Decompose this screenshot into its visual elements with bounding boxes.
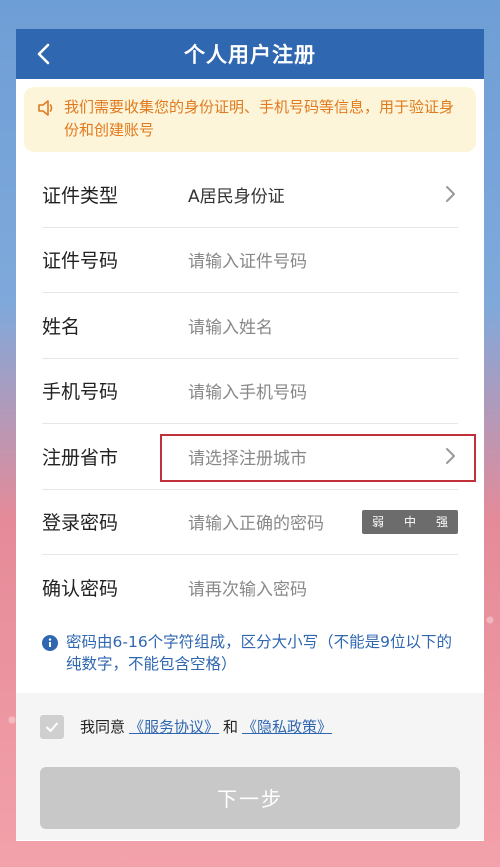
id-type-label: 证件类型: [42, 184, 119, 207]
confirm-password-row: 确认密码 请再次输入密码: [42, 555, 458, 621]
password-hint: 密码由6-16个字符组成，区分大小写（不能是9位以下的纯数字，不能包含空格）: [16, 621, 484, 675]
registration-screen: 个人用户注册 我们需要收集您的身份证明、手机号码等信息，用于验证身份和创建账号 …: [16, 29, 484, 841]
highlight-box: [160, 434, 476, 482]
chevron-left-icon: [37, 43, 50, 65]
password-hint-text: 密码由6-16个字符组成，区分大小写（不能是9位以下的纯数字，不能包含空格）: [66, 632, 453, 673]
title-bar: 个人用户注册: [16, 29, 484, 79]
agree-and: 和: [223, 718, 239, 736]
next-button[interactable]: 下一步: [40, 766, 460, 829]
id-type-row[interactable]: 证件类型 A居民身份证: [42, 162, 458, 228]
info-icon: [42, 634, 58, 651]
region-row[interactable]: 注册省市 请选择注册城市: [42, 424, 476, 490]
id-number-label: 证件号码: [42, 250, 119, 273]
registration-form: 证件类型 A居民身份证 证件号码 请输入证件号码 姓名 请输入姓名 手机号码 请…: [16, 162, 484, 621]
agree-prefix: 我同意: [80, 718, 126, 736]
password-label: 登录密码: [42, 512, 119, 535]
strength-medium: 中: [403, 515, 416, 530]
privacy-notice: 我们需要收集您的身份证明、手机号码等信息，用于验证身份和创建账号: [24, 87, 476, 152]
phone-input[interactable]: 请输入手机号码: [188, 378, 458, 403]
agreement-row: 我同意 《服务协议》 和 《隐私政策》: [40, 711, 460, 743]
page-title: 个人用户注册: [184, 43, 316, 67]
confirm-password-input[interactable]: 请再次输入密码: [188, 575, 458, 600]
password-row: 登录密码 请输入正确的密码 弱 中 强: [42, 490, 458, 555]
password-strength-meter: 弱 中 强: [361, 509, 458, 534]
id-number-input[interactable]: 请输入证件号码: [188, 247, 458, 272]
footer-area: 我同意 《服务协议》 和 《隐私政策》 下一步: [16, 692, 484, 840]
phone-label: 手机号码: [42, 381, 119, 404]
service-agreement-link[interactable]: 《服务协议》: [129, 716, 219, 737]
strength-weak: 弱: [371, 515, 384, 530]
name-row: 姓名 请输入姓名: [42, 293, 458, 359]
name-label: 姓名: [42, 315, 81, 338]
phone-row: 手机号码 请输入手机号码: [42, 359, 458, 424]
password-input[interactable]: 请输入正确的密码: [188, 509, 362, 534]
speaker-icon: [38, 100, 53, 116]
chevron-right-icon: [446, 186, 455, 203]
id-type-select[interactable]: A居民身份证: [188, 182, 442, 207]
confirm-password-label: 确认密码: [42, 578, 119, 601]
strength-strong: 强: [435, 515, 448, 530]
id-number-row: 证件号码 请输入证件号码: [42, 228, 458, 293]
privacy-policy-link[interactable]: 《隐私政策》: [242, 716, 332, 737]
check-icon: [46, 722, 58, 732]
notice-text: 我们需要收集您的身份证明、手机号码等信息，用于验证身份和创建账号: [64, 98, 455, 139]
name-input[interactable]: 请输入姓名: [188, 313, 458, 338]
back-button[interactable]: [26, 29, 62, 79]
agree-checkbox[interactable]: [40, 714, 64, 739]
